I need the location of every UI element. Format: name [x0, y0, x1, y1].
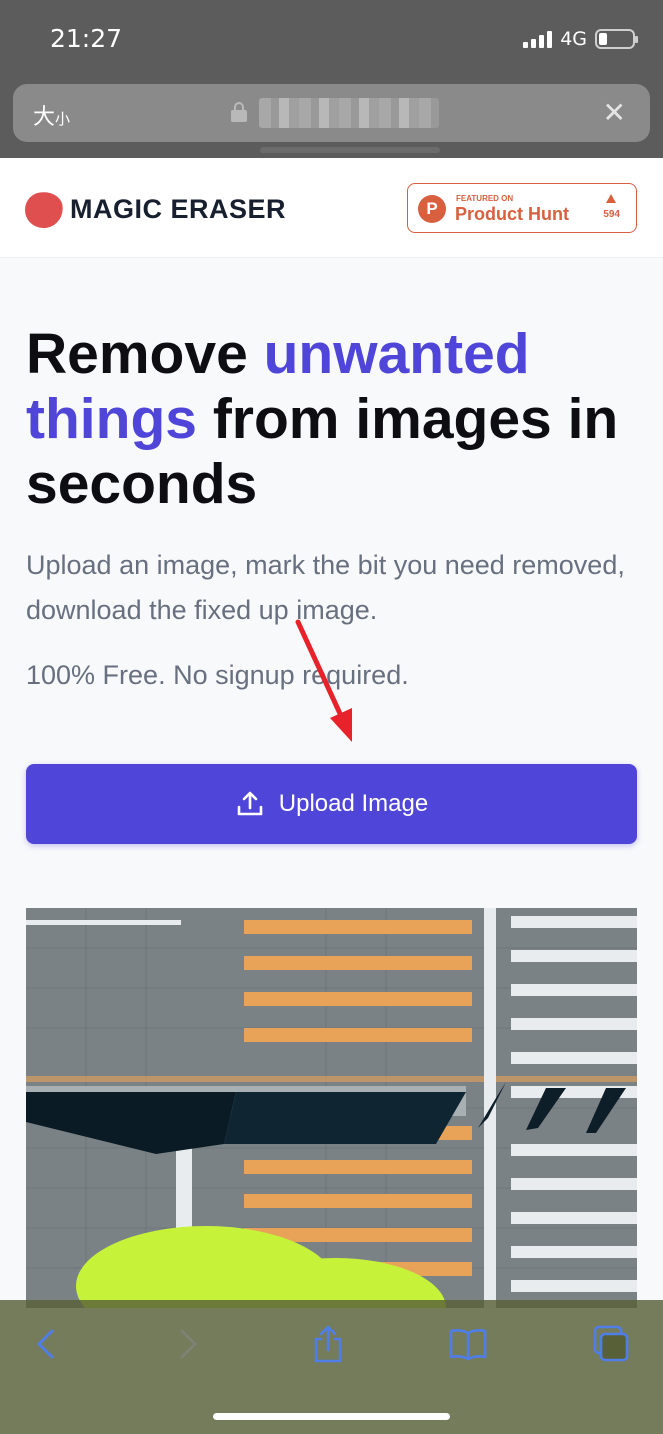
upload-button-label: Upload Image — [278, 790, 429, 817]
url-bar-shadow — [260, 147, 440, 153]
signal-icon — [523, 30, 553, 48]
browser-chrome: 21:27 4G 大小 ✕ — [0, 0, 663, 158]
ph-name: Product Hunt — [455, 204, 569, 224]
status-time: 21:27 — [50, 24, 123, 53]
free-note: 100% Free. No signup required. — [26, 660, 409, 690]
network-label: 4G — [560, 28, 587, 50]
status-indicators: 4G — [523, 28, 638, 50]
street-photo-icon — [26, 908, 637, 1308]
lock-icon — [231, 102, 247, 122]
battery-icon — [595, 29, 638, 49]
hero-title-part1: Remove — [26, 322, 264, 386]
upvote-arrow-icon — [606, 194, 616, 203]
tabs-icon[interactable] — [588, 1322, 632, 1366]
brand-name[interactable]: MAGIC ERASER — [70, 194, 286, 225]
upload-image-button[interactable]: Upload Image — [26, 764, 637, 844]
text-size-button[interactable]: 大小 — [33, 99, 70, 131]
site-header: MAGIC ERASER P FEATURED ON Product Hunt … — [0, 158, 663, 258]
share-icon[interactable] — [306, 1322, 350, 1366]
home-indicator[interactable] — [213, 1413, 450, 1420]
demo-image — [26, 908, 637, 1308]
forward-icon[interactable] — [166, 1322, 210, 1366]
close-icon[interactable]: ✕ — [603, 96, 626, 129]
url-text-redacted[interactable] — [259, 98, 439, 128]
ph-featured-label: FEATURED ON — [456, 194, 514, 203]
upload-icon — [237, 791, 263, 816]
ph-upvote-count: 594 — [603, 209, 620, 220]
product-hunt-badge[interactable]: P FEATURED ON Product Hunt 594 — [407, 183, 637, 233]
address-bar[interactable]: 大小 ✕ — [13, 84, 650, 142]
hero-title: Remove unwanted things from images in se… — [26, 322, 646, 517]
product-hunt-icon: P — [418, 195, 446, 223]
hero-subtitle: Upload an image, mark the bit you need r… — [26, 550, 625, 625]
brand-logo-icon[interactable] — [22, 188, 66, 232]
bookmarks-icon[interactable] — [446, 1322, 490, 1366]
back-icon[interactable] — [24, 1322, 68, 1366]
